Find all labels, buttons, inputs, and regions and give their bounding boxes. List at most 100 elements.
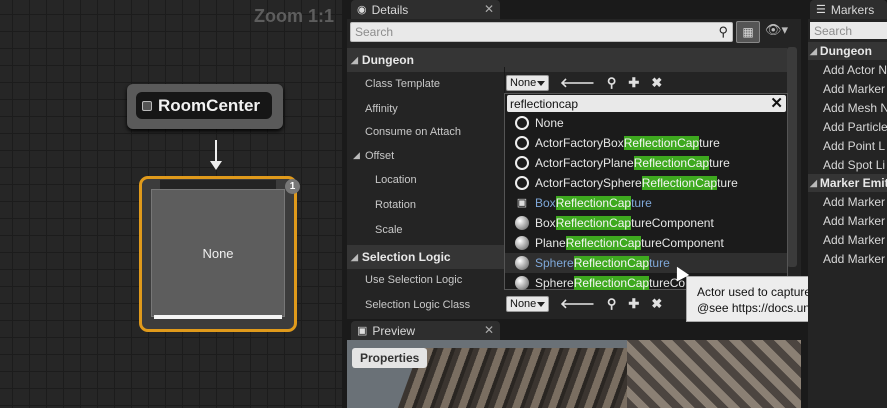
camera-icon: ▣: [516, 197, 528, 209]
clear-search-icon[interactable]: ✕: [770, 94, 783, 112]
details-scrollbar[interactable]: [787, 47, 797, 267]
add-plus-icon[interactable]: ✚: [628, 75, 639, 91]
class-option[interactable]: BoxReflectionCaptureComponent: [505, 213, 787, 233]
browse-search-icon[interactable]: ⚲: [607, 75, 617, 91]
markers-panel: Search ◢ Dungeon Add Actor N Add Marker …: [808, 19, 887, 408]
node-count-badge: 1: [285, 179, 300, 194]
tab-markers[interactable]: ☰ Markers: [810, 0, 887, 19]
markers-item[interactable]: Add Actor N: [823, 60, 887, 79]
add-plus-icon[interactable]: ✚: [628, 296, 639, 312]
node-output-pin[interactable]: [154, 315, 282, 319]
tab-details-label: Details: [371, 2, 409, 17]
markers-search-input[interactable]: Search: [810, 22, 887, 39]
class-template-tools: 🡐 ⚲ ✚ ✖: [560, 75, 662, 91]
markers-item[interactable]: Add Particle: [823, 117, 887, 136]
preview-icon: ▣: [357, 325, 368, 337]
markers-category-emitter[interactable]: ◢ Marker Emitte: [808, 174, 887, 192]
use-selected-arrow-icon[interactable]: 🡐: [560, 296, 595, 312]
zoom-label: Zoom 1:1: [253, 6, 334, 26]
markers-category-label: Marker Emitte: [819, 176, 887, 190]
markers-item[interactable]: Add Spot Li: [823, 155, 887, 174]
class-template-combo[interactable]: None: [506, 75, 549, 91]
markers-item[interactable]: Add Point L: [823, 136, 887, 155]
graph-canvas[interactable]: Zoom 1:1 RoomCenter None 1: [0, 0, 342, 408]
markers-item[interactable]: Add Marker: [823, 249, 887, 268]
category-selection-label: Selection Logic: [361, 250, 451, 264]
none-node-body: None: [151, 189, 285, 317]
markers-item[interactable]: Add Marker: [823, 79, 887, 98]
markers-category-dungeon[interactable]: ◢ Dungeon: [808, 42, 887, 60]
class-option-label: BoxReflectionCaptureComponent: [535, 216, 714, 230]
class-picker-dropdown[interactable]: reflectioncap ✕ None ActorFactoryBoxRefl…: [504, 93, 788, 290]
ring-icon: [515, 176, 529, 190]
preview-geometry: [627, 340, 801, 408]
sphere-icon: [515, 216, 529, 230]
collapse-triangle-icon: ◢: [810, 177, 817, 188]
class-option-label: None: [535, 116, 564, 130]
markers-item[interactable]: Add Marker: [823, 230, 887, 249]
class-option-label: ActorFactoryPlaneReflectionCapture: [535, 156, 730, 170]
eye-visibility-icon[interactable]: 👁▾: [765, 22, 788, 38]
category-dungeon[interactable]: ◢ Dungeon: [347, 48, 787, 72]
class-option[interactable]: ActorFactorySphereReflectionCapture: [505, 173, 787, 193]
class-option-label: SphereReflectionCaptureCo: [535, 276, 686, 290]
markers-item[interactable]: Add Marker: [823, 192, 887, 211]
clear-x-icon[interactable]: ✖: [651, 75, 662, 91]
class-search-input[interactable]: reflectioncap ✕: [507, 95, 786, 112]
use-selected-arrow-icon[interactable]: 🡐: [560, 75, 595, 91]
room-center-label: RoomCenter: [158, 95, 261, 115]
class-option-label: BoxReflectionCapture: [535, 196, 652, 210]
class-option-hovered[interactable]: SphereReflectionCapture: [505, 253, 787, 273]
class-option-label: SphereReflectionCapture: [535, 256, 670, 270]
class-option[interactable]: PlaneReflectionCaptureComponent: [505, 233, 787, 253]
class-option[interactable]: ActorFactoryPlaneReflectionCapture: [505, 153, 787, 173]
chevron-down-icon: [537, 81, 545, 86]
none-node-label: None: [202, 245, 234, 261]
class-option-label: ActorFactoryBoxReflectionCapture: [535, 136, 720, 150]
selection-class-tools: 🡐 ⚲ ✚ ✖: [560, 296, 662, 312]
browse-search-icon[interactable]: ⚲: [607, 296, 617, 312]
arrow-down-icon: [210, 161, 222, 170]
tab-preview[interactable]: ▣ Preview ✕: [351, 321, 500, 340]
class-search-query: reflectioncap: [510, 96, 579, 111]
tab-markers-label: Markers: [830, 2, 875, 17]
affinity-label: Affinity: [365, 102, 398, 115]
markers-item[interactable]: Add Marker: [823, 211, 887, 230]
details-search-input[interactable]: Search ⚲: [350, 22, 733, 42]
view-options-grid-button[interactable]: ▦: [736, 21, 760, 43]
preview-viewport[interactable]: Properties: [347, 340, 801, 408]
sphere-icon: [515, 256, 529, 270]
use-selection-label: Use Selection Logic: [365, 273, 463, 286]
close-icon[interactable]: ✕: [484, 323, 494, 337]
collapse-triangle-icon: ◢: [351, 251, 358, 262]
rotation-label: Rotation: [375, 198, 416, 211]
node-input-pin[interactable]: [160, 180, 276, 189]
tab-preview-label: Preview: [372, 323, 416, 338]
consume-label: Consume on Attach: [365, 125, 462, 138]
markers-search-placeholder: Search: [814, 23, 853, 38]
clear-x-icon[interactable]: ✖: [651, 296, 662, 312]
none-node[interactable]: None: [139, 176, 297, 332]
room-center-node-body: RoomCenter: [136, 92, 272, 119]
combo-value: None: [510, 77, 537, 89]
ring-icon: [515, 136, 529, 150]
offset-label: Offset: [365, 149, 395, 162]
class-option[interactable]: ActorFactoryBoxReflectionCapture: [505, 133, 787, 153]
room-center-node[interactable]: RoomCenter: [127, 84, 283, 129]
node-square-icon: [142, 100, 152, 111]
collapse-triangle-icon: ◢: [810, 45, 817, 56]
properties-button[interactable]: Properties: [352, 348, 428, 368]
class-option-label: ActorFactorySphereReflectionCapture: [535, 176, 738, 190]
close-icon[interactable]: ✕: [484, 2, 494, 16]
search-icon: ⚲: [718, 24, 728, 39]
tab-details[interactable]: ◉ Details ✕: [351, 0, 500, 19]
sphere-icon: [515, 276, 529, 290]
markers-item[interactable]: Add Mesh N: [823, 98, 887, 117]
class-option[interactable]: None: [505, 113, 787, 133]
class-option[interactable]: ▣ BoxReflectionCapture: [505, 193, 787, 213]
details-icon: ◉: [357, 4, 367, 16]
ring-icon: [515, 156, 529, 170]
selection-class-combo[interactable]: None: [506, 296, 549, 312]
chevron-down-icon: [537, 302, 545, 307]
category-dungeon-label: Dungeon: [361, 53, 414, 67]
